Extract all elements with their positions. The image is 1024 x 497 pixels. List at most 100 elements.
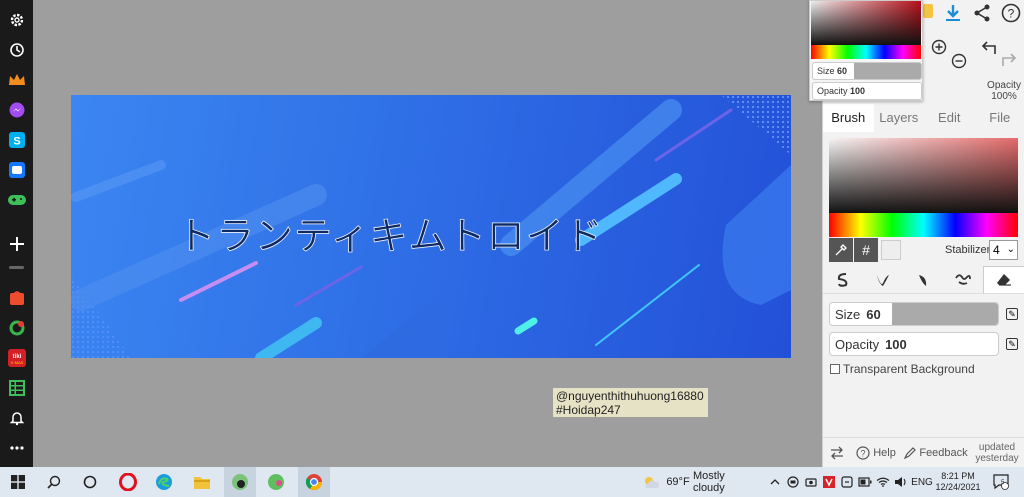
zalo-icon[interactable] — [4, 159, 29, 181]
artwork-banner[interactable]: トランティキムトロイド — [71, 95, 791, 358]
swap-icon[interactable] — [823, 446, 851, 460]
taskbar-app-paint-alt[interactable] — [262, 467, 290, 497]
scribble-brush-icon[interactable] — [943, 266, 983, 293]
tab-file[interactable]: File — [975, 104, 1024, 132]
skype-icon[interactable]: S — [4, 129, 29, 151]
top-opacity-label: Opacity — [987, 80, 1021, 91]
gamepad-icon[interactable] — [4, 189, 29, 211]
calligraphy-brush-icon[interactable] — [903, 266, 943, 293]
updated-line-2: yesterday — [975, 452, 1019, 464]
weather-temp[interactable]: 69°F — [664, 467, 692, 497]
volume-icon[interactable] — [894, 467, 908, 497]
size-slider[interactable]: Size 60 — [829, 302, 999, 326]
transparent-background-option[interactable]: Transparent Background — [830, 362, 975, 376]
brush-popup: Size 60 Opacity 100 — [809, 0, 923, 101]
updated-line-1: updated — [978, 441, 1016, 453]
chrome-badge-icon[interactable] — [4, 317, 29, 339]
size-slider-fill — [892, 303, 998, 325]
gear-icon[interactable] — [4, 9, 29, 31]
dock-separator — [9, 266, 24, 269]
edge-icon[interactable] — [150, 467, 178, 497]
windows-start-icon[interactable] — [6, 467, 30, 497]
drawing-canvas-area[interactable]: トランティキムトロイド @nguyenthithuhuong16880 #Hoi… — [33, 0, 822, 467]
side-dock: S tiki X·MAS — [0, 0, 33, 467]
zoom-out-icon[interactable] — [951, 53, 967, 74]
eyedropper-icon[interactable] — [829, 238, 853, 262]
wifi-icon[interactable] — [876, 467, 890, 497]
panel-footer: ? Help Feedback updated yesterday — [823, 437, 1024, 467]
shopee-icon[interactable] — [4, 287, 29, 309]
zoom-in-icon[interactable] — [931, 39, 947, 60]
tab-edit[interactable]: Edit — [924, 104, 975, 132]
notification-center-icon[interactable]: 5 — [990, 467, 1012, 497]
meet-now-icon[interactable] — [786, 467, 800, 497]
popup-size-label: Size — [817, 66, 835, 76]
note-username: @nguyenthithuhuong16880 — [556, 389, 704, 403]
redo-icon[interactable] — [1001, 52, 1017, 73]
table-icon[interactable] — [4, 377, 29, 399]
history-icon[interactable] — [4, 39, 29, 61]
camera-tray-icon[interactable] — [804, 467, 818, 497]
popup-color-saturation[interactable] — [811, 1, 921, 45]
more-icon[interactable] — [4, 437, 29, 459]
language-indicator[interactable]: ENG — [910, 467, 934, 497]
transparent-background-checkbox[interactable] — [830, 364, 840, 374]
popup-size-label-group: Size 60 — [817, 66, 847, 76]
transparent-background-label: Transparent Background — [843, 362, 975, 376]
tray-chevron-up-icon[interactable] — [768, 467, 782, 497]
svg-text:?: ? — [1008, 7, 1015, 21]
battery-icon[interactable] — [858, 467, 872, 497]
size-label: Size — [835, 307, 861, 322]
hex-input-button[interactable]: # — [854, 238, 878, 262]
undo-icon[interactable] — [981, 40, 997, 61]
share-icon[interactable] — [973, 4, 991, 27]
eraser-icon[interactable] — [983, 266, 1024, 293]
windows-taskbar: 69°F Mostly cloudy ENG 8:21 PM 12/24/202… — [0, 467, 1024, 497]
stabilizer-value: 4 — [993, 243, 1000, 257]
bell-icon[interactable] — [4, 407, 29, 429]
star-icon[interactable] — [923, 4, 933, 18]
svg-text:X·MAS: X·MAS — [10, 360, 23, 365]
opacity-edit-icon[interactable]: ✎ — [1006, 338, 1018, 350]
opera-icon[interactable] — [114, 467, 142, 497]
opacity-slider[interactable]: Opacity 100 — [829, 332, 999, 356]
weather-icon[interactable] — [640, 467, 662, 497]
app-tray-icon[interactable] — [840, 467, 854, 497]
popup-opacity-label-group: Opacity 100 — [817, 86, 865, 96]
chrome-icon[interactable] — [298, 467, 330, 497]
cortana-icon[interactable] — [78, 467, 102, 497]
help-circle-icon[interactable]: ? — [1001, 3, 1021, 28]
color-picker-saturation[interactable] — [829, 138, 1018, 213]
size-edit-icon[interactable]: ✎ — [1006, 308, 1018, 320]
file-explorer-icon[interactable] — [188, 467, 216, 497]
weather-desc[interactable]: Mostly cloudy — [693, 467, 759, 497]
help-button[interactable]: ? Help — [851, 445, 901, 460]
tiki-icon[interactable]: tiki X·MAS — [4, 347, 29, 369]
brush-types — [823, 266, 1024, 294]
popup-color-hue[interactable] — [811, 45, 921, 59]
stabilizer-label: Stabilizer — [945, 244, 991, 256]
opacity-value: 100 — [885, 337, 907, 352]
watermark-note: @nguyenthithuhuong16880 #Hoidap247 — [553, 388, 708, 417]
feedback-button[interactable]: Feedback — [901, 447, 971, 459]
stabilizer-select[interactable]: 4 ⌄ — [989, 240, 1018, 260]
messenger-icon[interactable] — [4, 99, 29, 121]
ink-brush-icon[interactable] — [863, 266, 903, 293]
download-icon[interactable] — [945, 4, 961, 27]
antivirus-tray-icon[interactable] — [822, 467, 836, 497]
taskbar-app-paint-active[interactable] — [224, 467, 256, 497]
popup-opacity-slider[interactable]: Opacity 100 — [812, 82, 922, 100]
tab-layers[interactable]: Layers — [874, 104, 925, 132]
search-icon[interactable] — [42, 467, 66, 497]
clock[interactable]: 8:21 PM 12/24/2021 — [935, 467, 980, 497]
crown-icon[interactable] — [4, 69, 29, 91]
plus-icon[interactable] — [4, 233, 29, 255]
color-picker-hue[interactable] — [829, 213, 1018, 237]
popup-size-slider[interactable]: Size 60 — [812, 62, 922, 80]
pen-brush-icon[interactable] — [823, 266, 863, 293]
updated-info: updated yesterday — [971, 442, 1023, 464]
banner-title-text[interactable]: トランティキムトロイド — [177, 205, 604, 260]
color-swatch[interactable] — [881, 240, 901, 260]
tab-brush[interactable]: Brush — [823, 104, 874, 132]
notification-count: 5 — [1001, 480, 1005, 486]
